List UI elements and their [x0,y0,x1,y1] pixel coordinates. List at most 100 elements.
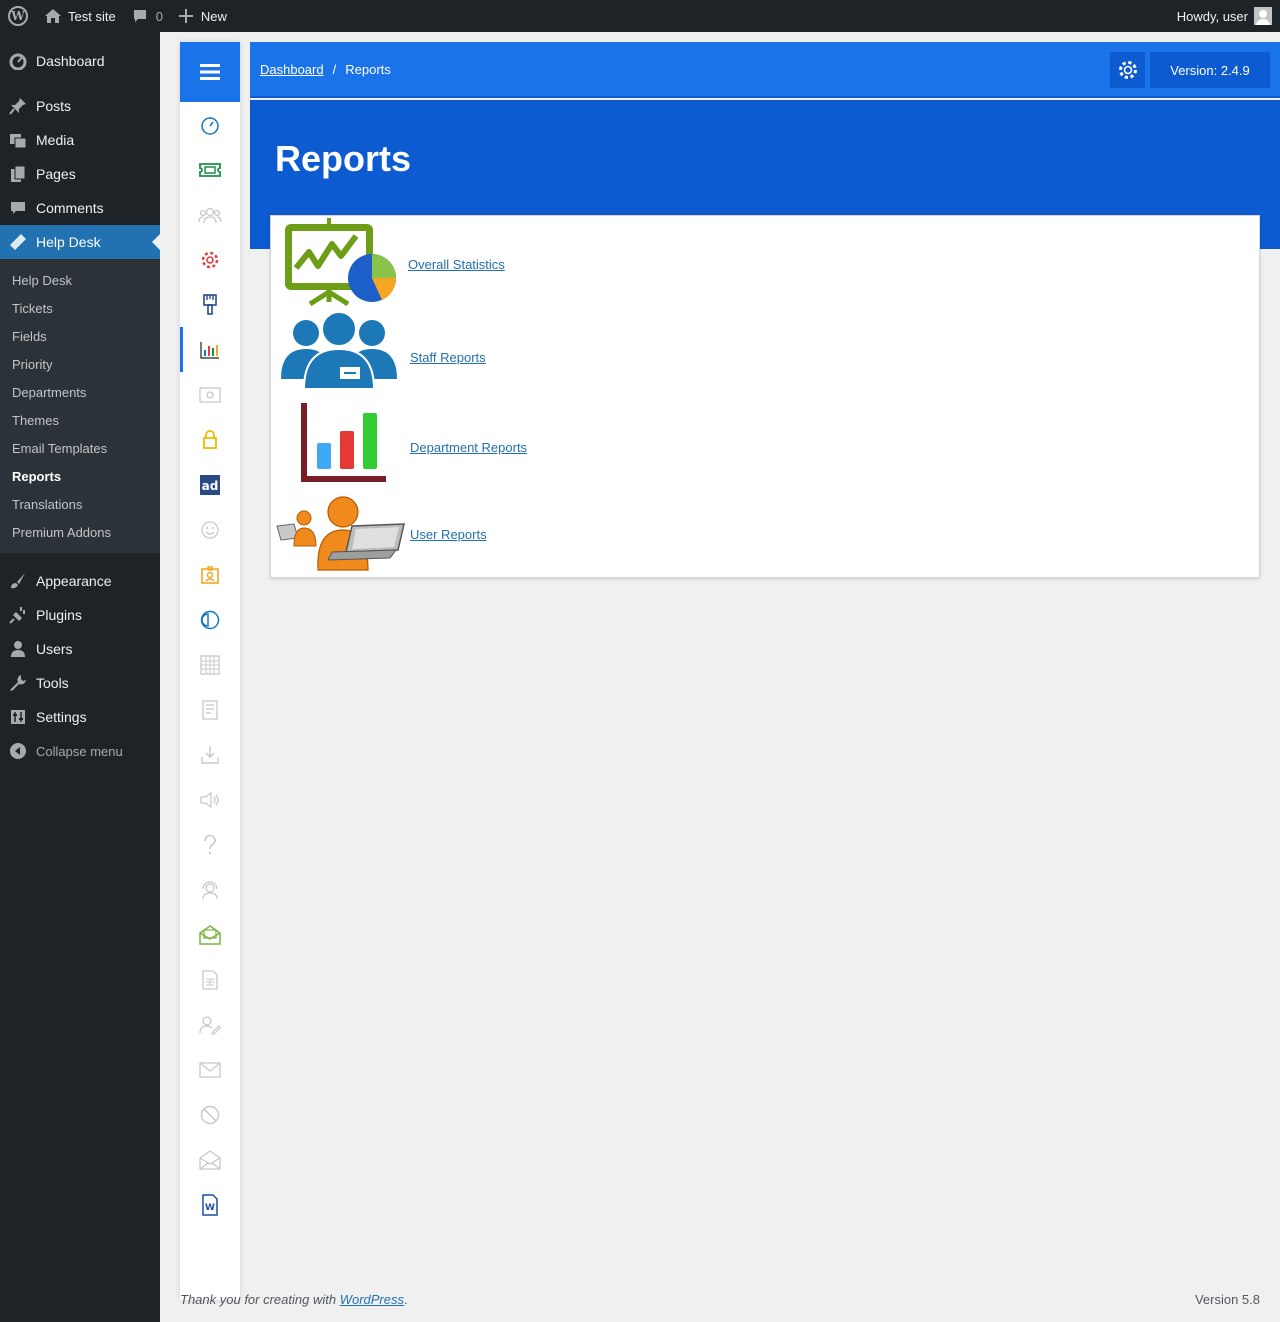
footer-version: Version 5.8 [1194,1292,1260,1307]
submenu-premium-addons[interactable]: Premium Addons [0,518,160,546]
smile-icon [201,520,219,539]
new-content-link[interactable]: New [171,0,235,32]
report-overall-statistics[interactable]: Overall Statistics [276,216,505,306]
ticket-icon [199,162,221,177]
rail-knowledge-base[interactable] [180,687,240,732]
greeting: Howdy, user [1176,8,1248,24]
version-badge: Version: 2.4.9 [1150,52,1270,88]
wordpress-link[interactable]: WordPress [340,1292,404,1307]
rail-email-piping[interactable] [180,912,240,957]
rail-permissions[interactable] [180,417,240,462]
submenu-tickets[interactable]: Tickets [0,294,160,322]
user-icon [8,639,28,659]
plugin-icon-rail: ad W [180,42,240,1300]
submenu-priority[interactable]: Priority [0,350,160,378]
rail-email-templates[interactable] [180,1137,240,1182]
rail-themes[interactable] [180,282,240,327]
rail-downloads[interactable] [180,732,240,777]
submenu-themes[interactable]: Themes [0,406,160,434]
rail-support[interactable] [180,867,240,912]
rail-theme-mode[interactable] [180,597,240,642]
rail-email[interactable] [180,372,240,417]
menu-dashboard[interactable]: Dashboard [0,44,160,78]
menu-plugins[interactable]: Plugins [0,598,160,632]
half-circle-icon [200,610,220,629]
overall-statistics-link[interactable]: Overall Statistics [408,257,505,272]
calculator-icon [200,654,220,675]
menu-pages[interactable]: Pages [0,157,160,191]
wrench-icon [8,673,28,693]
user-edit-icon [199,1015,221,1035]
comments-link[interactable]: 0 [124,0,171,32]
submenu-email-templates[interactable]: Email Templates [0,434,160,462]
menu-posts[interactable]: Posts [0,89,160,123]
collapse-menu-button[interactable]: Collapse menu [0,734,160,768]
menu-appearance[interactable]: Appearance [0,564,160,598]
rail-ads[interactable]: ad [180,462,240,507]
department-reports-link[interactable]: Department Reports [410,440,527,455]
menu-label: Help Desk [36,234,101,250]
breadcrumb-current: Reports [345,61,391,77]
page-title: Reports [275,138,412,179]
menu-help-desk[interactable]: Help Desk [0,225,160,259]
submenu-translations[interactable]: Translations [0,490,160,518]
menu-comments[interactable]: Comments [0,191,160,225]
menu-users[interactable]: Users [0,632,160,666]
breadcrumb-dashboard-link[interactable]: Dashboard [260,62,324,77]
hamburger-icon [200,64,220,80]
admin-sidebar: Dashboard Posts Media Pages Comments Hel… [0,32,160,1322]
bar-chart-icon [200,341,219,359]
my-account-link[interactable]: Howdy, user [1177,7,1280,25]
rail-reports[interactable] [180,327,240,372]
rail-ban-email[interactable] [180,1092,240,1137]
submenu-reports[interactable]: Reports [0,462,160,490]
rail-mail[interactable] [180,1047,240,1092]
comment-icon [8,198,28,218]
dashboard-gauge-icon [201,116,219,135]
report-user[interactable]: User Reports [276,494,487,572]
home-icon [45,9,61,23]
rail-word-export[interactable]: W [180,1182,240,1227]
settings-button[interactable] [1110,52,1145,88]
menu-settings[interactable]: Settings [0,700,160,734]
menu-label: Dashboard [36,53,105,69]
svg-text:ad: ad [202,479,219,493]
footer-thanks-suffix: . [404,1292,408,1307]
collapse-label: Collapse menu [36,743,123,759]
rail-tickets[interactable] [180,147,240,192]
envelope-open-icon [199,1149,221,1170]
submenu-departments[interactable]: Departments [0,378,160,406]
report-department[interactable]: Department Reports [276,401,527,483]
user-reports-link[interactable]: User Reports [410,527,487,542]
rail-faq[interactable] [180,822,240,867]
report-staff[interactable]: Staff Reports [276,311,486,391]
rail-feedback[interactable] [180,507,240,552]
rail-calculator[interactable] [180,642,240,687]
rail-staff[interactable] [180,192,240,237]
paint-brush-icon [203,293,217,315]
submenu-help-desk[interactable]: Help Desk [0,266,160,294]
site-name: Test site [68,8,116,24]
staff-group-icon [281,311,397,390]
rail-settings[interactable] [180,237,240,282]
menu-tools[interactable]: Tools [0,666,160,700]
badge-icon [201,565,219,584]
rail-announcements[interactable] [180,777,240,822]
wordpress-logo-button[interactable]: W [0,0,36,32]
rail-toggle-button[interactable] [180,42,240,102]
rail-export[interactable] [180,957,240,1002]
brush-icon [8,571,28,591]
question-icon [204,834,216,854]
menu-label: Appearance [36,573,112,589]
staff-reports-link[interactable]: Staff Reports [410,350,486,365]
plugin-icon [8,605,28,625]
gear-icon [201,251,219,268]
presentation-chart-icon [285,218,397,306]
site-name-link[interactable]: Test site [36,0,124,32]
submenu-fields[interactable]: Fields [0,322,160,350]
rail-user-fields[interactable] [180,1002,240,1047]
menu-media[interactable]: Media [0,123,160,157]
settings-icon [8,707,28,727]
rail-dashboard[interactable] [180,102,240,147]
rail-agents[interactable] [180,552,240,597]
